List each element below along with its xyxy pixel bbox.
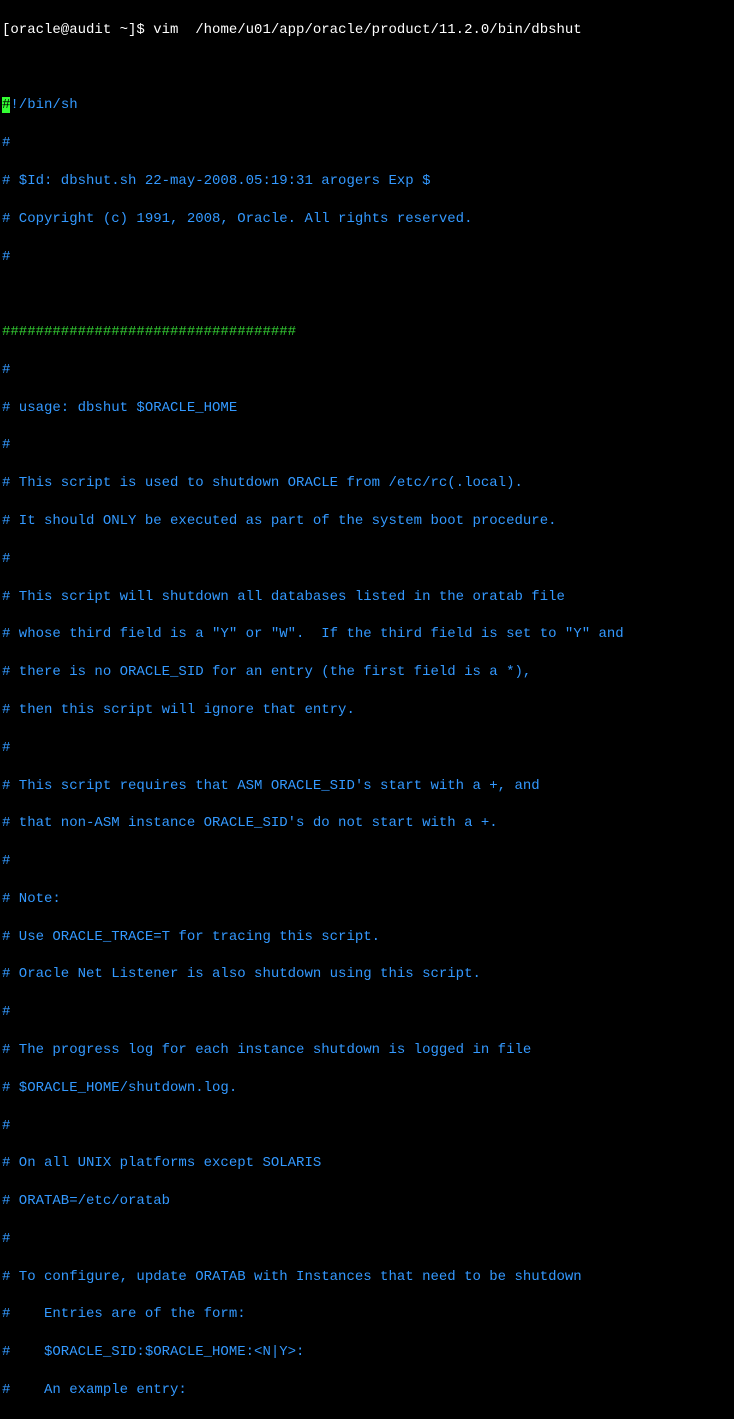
script-line: # <box>2 550 732 569</box>
script-line: # usage: dbshut $ORACLE_HOME <box>2 399 732 418</box>
script-line: # On all UNIX platforms except SOLARIS <box>2 1154 732 1173</box>
shell-prompt: [oracle@audit ~]$ <box>2 22 153 38</box>
script-line: # <box>2 739 732 758</box>
script-line: # Oracle Net Listener is also shutdown u… <box>2 965 732 984</box>
terminal-window[interactable]: [oracle@audit ~]$ vim /home/u01/app/orac… <box>2 2 732 1419</box>
script-line: # An example entry: <box>2 1381 732 1400</box>
script-line: # It should ONLY be executed as part of … <box>2 512 732 531</box>
script-line: # that non-ASM instance ORACLE_SID's do … <box>2 814 732 833</box>
script-line: # $ORACLE_SID:$ORACLE_HOME:<N|Y>: <box>2 1343 732 1362</box>
command-line: [oracle@audit ~]$ vim /home/u01/app/orac… <box>2 21 732 40</box>
script-line: # <box>2 1117 732 1136</box>
blank-line <box>2 285 732 304</box>
script-line-shebang: #!/bin/sh <box>2 96 732 115</box>
script-line: # <box>2 248 732 267</box>
script-line: # ORATAB=/etc/oratab <box>2 1192 732 1211</box>
script-line: # then this script will ignore that entr… <box>2 701 732 720</box>
script-line: # Use ORACLE_TRACE=T for tracing this sc… <box>2 928 732 947</box>
script-line: # whose third field is a "Y" or "W". If … <box>2 625 732 644</box>
script-line: # This script will shutdown all database… <box>2 588 732 607</box>
script-line-separator: ################################### <box>2 323 732 342</box>
script-line: # <box>2 134 732 153</box>
script-line: # <box>2 1230 732 1249</box>
shebang-text: !/bin/sh <box>10 97 77 113</box>
script-line: # <box>2 1003 732 1022</box>
script-line: # To configure, update ORATAB with Insta… <box>2 1268 732 1287</box>
script-line: # $Id: dbshut.sh 22-may-2008.05:19:31 ar… <box>2 172 732 191</box>
blank-line <box>2 59 732 78</box>
script-line: # This script is used to shutdown ORACLE… <box>2 474 732 493</box>
script-line: # there is no ORACLE_SID for an entry (t… <box>2 663 732 682</box>
script-line: # <box>2 361 732 380</box>
vim-command: vim /home/u01/app/oracle/product/11.2.0/… <box>153 22 581 38</box>
script-line: # <box>2 436 732 455</box>
script-line: # Entries are of the form: <box>2 1305 732 1324</box>
script-line: # $ORACLE_HOME/shutdown.log. <box>2 1079 732 1098</box>
script-line: # Note: <box>2 890 732 909</box>
script-line: # The progress log for each instance shu… <box>2 1041 732 1060</box>
script-line: # Copyright (c) 1991, 2008, Oracle. All … <box>2 210 732 229</box>
script-line: # This script requires that ASM ORACLE_S… <box>2 777 732 796</box>
script-line: # <box>2 852 732 871</box>
